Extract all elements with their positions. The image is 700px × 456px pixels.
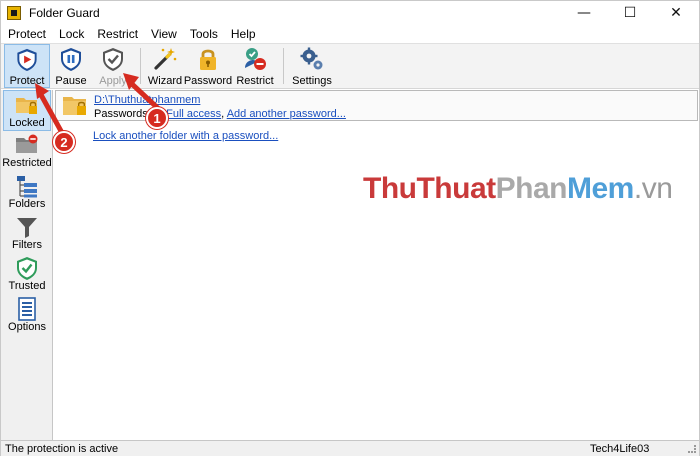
restrict-label: Restrict [236,75,274,87]
annotation-badge-1: 1 [146,107,168,129]
folder-tree-icon [17,176,37,198]
add-password-link[interactable]: Add another password... [227,108,346,120]
padlock-icon [200,49,216,70]
sidebar-label-filters: Filters [12,239,42,251]
password-label: Password [183,75,233,87]
shield-play-icon [17,48,37,72]
window-title: Folder Guard [29,6,100,20]
sidebar: Locked Restricted Folders Filters Truste… [1,90,53,440]
shield-pause-icon [61,48,81,71]
menu-restrict[interactable]: Restrict [90,27,144,41]
sidebar-item-filters[interactable]: Filters [3,213,51,254]
folder-guard-app-icon [7,6,21,20]
gears-icon [300,47,323,70]
restrict-button[interactable]: Restrict [233,44,277,88]
status-user: Tech4Life03 [590,443,650,455]
sidebar-label-folders: Folders [8,198,46,210]
status-bar: The protection is active Tech4Life03 [1,440,699,456]
minimize-button[interactable]: — [561,1,607,25]
menu-tools[interactable]: Tools [183,27,224,41]
watermark-part1: ThuThuat [363,172,496,205]
title-bar[interactable]: Folder Guard — ☐ ✕ [1,1,699,25]
sidebar-item-restricted[interactable]: Restricted [2,131,52,172]
resize-grip-icon[interactable] [688,445,696,453]
locked-folders-panel: D:\Thuthuatphanmem Passwords: 1, Full ac… [54,90,699,440]
sidebar-item-folders[interactable]: Folders [3,172,51,213]
restricted-folder-icon [16,134,38,153]
sidebar-item-trusted[interactable]: Trusted [3,254,51,295]
funnel-icon [17,218,37,238]
menu-protect[interactable]: Protect [1,27,52,41]
menu-bar: Protect Lock Restrict View Tools Help [1,25,699,43]
maximize-button[interactable]: ☐ [607,1,653,25]
sidebar-item-options[interactable]: Options [3,295,51,336]
toolbar: Protect Pause Apply Wizard Password Rest… [1,43,699,89]
toolbar-separator [283,48,284,84]
menu-help[interactable]: Help [224,27,262,41]
watermark-text: ThuThuatPhanMem.vn [363,172,673,206]
sidebar-label-options: Options [8,321,46,333]
options-list-icon [18,297,36,321]
watermark-part3: Mem [567,172,634,205]
sidebar-label-trusted: Trusted [8,280,46,292]
trusted-shield-icon [17,257,37,280]
window-controls: — ☐ ✕ [561,1,699,25]
settings-label: Settings [292,75,332,87]
watermark-part2: Phan [495,172,568,205]
watermark-part4: .vn [633,172,673,205]
close-button[interactable]: ✕ [653,1,699,25]
status-text: The protection is active [5,443,119,455]
lock-another-folder-link[interactable]: Lock another folder with a password... [93,130,278,142]
menu-view[interactable]: View [144,27,183,41]
password-button[interactable]: Password [183,44,233,88]
annotation-arrow-2 [35,83,64,134]
menu-lock[interactable]: Lock [52,27,90,41]
settings-button[interactable]: Settings [290,44,334,88]
sidebar-label-restricted: Restricted [2,157,52,169]
restrict-user-icon [245,48,266,70]
app-window: Folder Guard — ☐ ✕ Protect Lock Restrict… [0,0,700,456]
annotation-badge-2: 2 [53,131,75,153]
